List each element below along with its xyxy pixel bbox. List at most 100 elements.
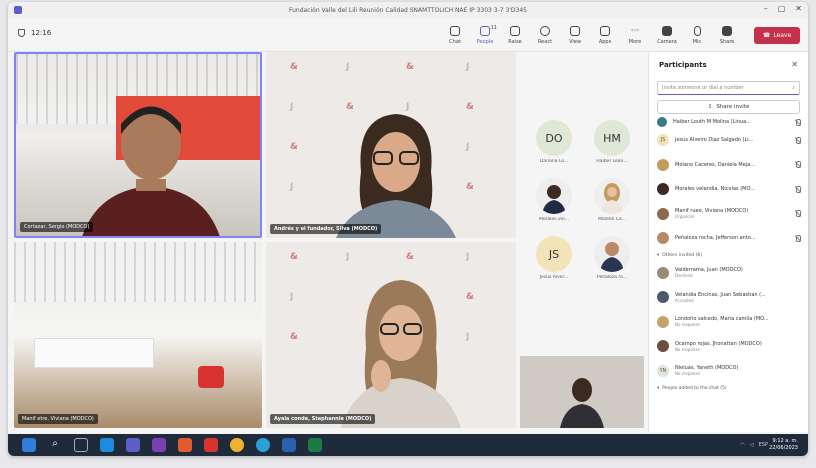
participant-name-tag: Andrés y el fundador, Silva (MODCO) — [270, 224, 382, 234]
chat-button[interactable]: Chat — [440, 21, 470, 49]
more-button[interactable]: ··· More — [620, 21, 650, 49]
avatar — [657, 266, 669, 279]
close-window-icon[interactable]: ✕ — [795, 4, 802, 13]
list-item[interactable]: Molano Caceres, Daniela Meja... — [649, 153, 808, 178]
excel-icon[interactable] — [308, 438, 322, 452]
teams-icon[interactable] — [126, 438, 140, 452]
list-item[interactable]: Haiber Louth M Molina (Linua... — [649, 116, 808, 128]
avatar — [657, 315, 669, 328]
people-button[interactable]: 11 People — [470, 21, 500, 49]
avatar-tile[interactable]: Peñaloza ro... — [594, 236, 630, 280]
chevron-down-icon: ▾ — [657, 385, 660, 391]
avatar-tile[interactable]: DO Dariana Lo... — [536, 120, 572, 164]
mic-muted-icon — [795, 210, 801, 218]
wifi-icon[interactable]: ◠ — [740, 442, 744, 448]
avatar — [657, 117, 667, 127]
avatar: HM — [594, 120, 630, 156]
windows-start-icon[interactable] — [22, 438, 36, 452]
avatar: YN — [657, 364, 669, 377]
list-item[interactable]: Peñaloza rocha, Jefferson anto... — [649, 226, 808, 251]
toolbar-center-group: Chat 11 People Raise React View Apps ··· M… — [440, 21, 650, 49]
pdf-reader-icon[interactable] — [204, 438, 218, 452]
powerpoint-icon[interactable] — [178, 438, 192, 452]
onenote-icon[interactable] — [152, 438, 166, 452]
camera-button[interactable]: Camera — [652, 21, 682, 49]
people-icon: 11 — [480, 25, 497, 36]
mic-muted-icon — [795, 161, 801, 169]
window-controls: – ▢ ✕ — [764, 4, 802, 13]
video-tile[interactable]: Manif etre, Viviana (MODCO) — [14, 242, 262, 428]
avatar — [657, 207, 669, 220]
task-view-icon[interactable] — [74, 438, 88, 452]
outlook-icon[interactable] — [100, 438, 114, 452]
search-icon: ⌕ — [792, 85, 795, 91]
avatar — [594, 178, 630, 214]
avatar — [657, 183, 669, 196]
list-item[interactable]: Ocampo rojas, Jhonattan (MODCO) No respon… — [649, 334, 808, 359]
list-item[interactable]: Morales velandia, Nicolas (MO... — [649, 177, 808, 202]
avatar-tile[interactable]: JS Jesus Alver... — [536, 236, 572, 280]
apps-button[interactable]: Apps — [590, 21, 620, 49]
list-item[interactable]: Valderrama, Juan (MODCO) Declined — [649, 261, 808, 286]
chrome-icon[interactable] — [230, 438, 244, 452]
chat-icon — [450, 25, 460, 36]
system-tray: ◠ ◁ ESP — [740, 442, 768, 448]
profile-photo — [600, 242, 624, 272]
react-button[interactable]: React — [530, 21, 560, 49]
language-indicator[interactable]: ESP — [759, 442, 768, 448]
list-item[interactable]: JS Jesus Alveiro Diaz Salgado (Li... — [649, 128, 808, 153]
red-chair — [198, 366, 224, 388]
share-screen-icon — [722, 25, 732, 36]
self-view-tile[interactable] — [520, 356, 644, 428]
mic-muted-icon — [795, 118, 801, 126]
list-item[interactable]: Velandia Encinas, Juan Sebastian (... Acc… — [649, 285, 808, 310]
video-stage: Cortazar, Sergio (MODCO) & J & J J & J & & J J &… — [12, 52, 648, 432]
participant-name-tag: Cortazar, Sergio (MODCO) — [20, 222, 94, 232]
avatar-tile[interactable]: Morales vel... — [536, 178, 572, 222]
video-tile[interactable]: & J & J J & J & & J J & Andrés y el fundador, Si… — [266, 52, 516, 238]
title-bar: Fundación Valle del Lili Reunión Calidad… — [8, 2, 808, 18]
windows-taskbar: ⌕ ◠ ◁ ESP 9:12 a. m. 22/06/2023 — [8, 434, 808, 456]
camera-icon — [662, 25, 672, 36]
avatar-tile[interactable]: HM Haiber Lean... — [594, 120, 630, 164]
participants-panel: Participants ✕ Invite someone or dial a … — [648, 52, 808, 432]
list-item[interactable]: YN Nieluas, Yaneth (MODCO) No response — [649, 359, 808, 384]
share-button[interactable]: Share — [712, 21, 742, 49]
toolbar-media-group: Camera Mic Share — [652, 21, 742, 49]
maximize-icon[interactable]: ▢ — [778, 4, 786, 13]
search-icon[interactable]: ⌕ — [48, 438, 62, 452]
avatar-tile[interactable]: Molano Ca... — [594, 178, 630, 222]
participant-list: Haiber Louth M Molina (Linua... JS Jesus… — [649, 117, 808, 393]
avatar — [657, 340, 669, 353]
avatar — [657, 158, 669, 171]
list-item[interactable]: Manif rueo, Viviana (MODCO) Organizer — [649, 202, 808, 227]
video-tile[interactable]: & J & J J & & J Ayala conde, Stephannie (MODC… — [266, 242, 516, 428]
view-button[interactable]: View — [560, 21, 590, 49]
avatar: JS — [657, 134, 669, 147]
minimize-icon[interactable]: – — [764, 4, 768, 13]
mic-off-icon — [693, 25, 701, 36]
smiley-icon — [540, 25, 550, 36]
leave-button[interactable]: ☎ Leave — [754, 27, 800, 44]
edge-icon[interactable] — [256, 438, 270, 452]
taskbar-clock[interactable]: 9:12 a. m. 22/06/2023 — [769, 438, 798, 452]
volume-icon[interactable]: ◁ — [750, 442, 754, 448]
mic-button[interactable]: Mic — [682, 21, 712, 49]
others-invited-section[interactable]: ▾ Others invited (6) — [649, 251, 808, 261]
profile-photo — [600, 183, 624, 214]
share-invite-button[interactable]: ⇪ Share invite — [657, 100, 800, 114]
participant-video — [341, 280, 461, 428]
avatar — [594, 236, 630, 272]
video-tile[interactable]: Cortazar, Sergio (MODCO) — [14, 52, 262, 238]
list-item[interactable]: Londoño salcedo, Maria camila (MO... No r… — [649, 310, 808, 335]
word-icon[interactable] — [282, 438, 296, 452]
avatar: DO — [536, 120, 572, 156]
raise-hand-button[interactable]: Raise — [500, 21, 530, 49]
chat-members-section[interactable]: ▾ People added to the chat (5) — [649, 383, 808, 393]
panel-title: Participants — [659, 60, 707, 69]
participant-name-tag: Ayala conde, Stephannie (MODCO) — [270, 414, 376, 424]
apps-icon — [600, 25, 610, 36]
participant-video — [82, 106, 220, 236]
close-panel-icon[interactable]: ✕ — [791, 60, 798, 69]
invite-search-input[interactable]: Invite someone or dial a number ⌕ — [657, 81, 800, 95]
